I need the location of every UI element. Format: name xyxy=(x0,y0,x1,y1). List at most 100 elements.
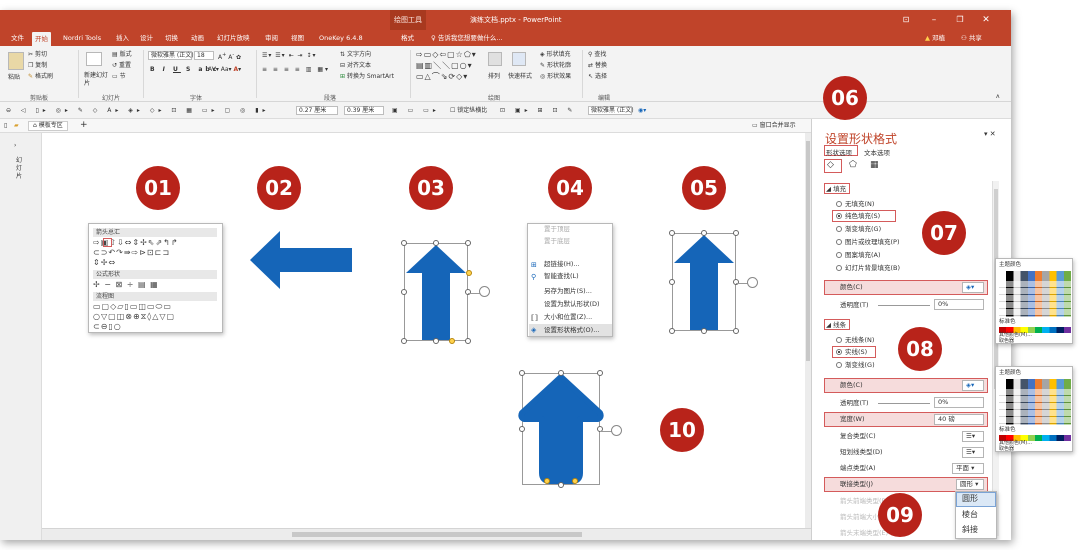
shape-outline-button[interactable]: ✎ 形状轮廓 xyxy=(540,61,571,70)
resize-handle[interactable] xyxy=(558,370,564,376)
resize-handle[interactable] xyxy=(733,328,739,334)
close-button[interactable]: ✕ xyxy=(976,10,996,30)
new-slide-button[interactable]: 新建幻灯片 xyxy=(84,72,110,88)
panel-scrollbar[interactable] xyxy=(992,181,999,536)
resize-handle[interactable] xyxy=(519,426,525,432)
select-button[interactable]: ↖ 选择 xyxy=(588,72,607,81)
resize-handle[interactable] xyxy=(401,289,407,295)
panel-options-icon[interactable]: ▾ ✕ xyxy=(984,130,996,139)
fill-option-background[interactable]: 幻灯片背景填充(B) xyxy=(836,263,900,273)
tell-me-search[interactable]: ♀ 告诉我您想要做什么... xyxy=(428,30,506,46)
left-arrow-shape[interactable] xyxy=(250,231,354,289)
rotate-handle-icon[interactable] xyxy=(747,277,758,288)
add-tab-button[interactable]: + xyxy=(80,121,88,130)
flowchart-shapes-row2[interactable]: ○▽▢◫⊗⊕⧖◊△▽▢ xyxy=(93,312,175,322)
resize-handle[interactable] xyxy=(733,279,739,285)
menu-format-shape[interactable]: 设置形状格式(O)... xyxy=(544,325,599,336)
line-color-picker-button[interactable]: ◈▾ xyxy=(962,380,984,391)
restore-button[interactable]: ❐ xyxy=(950,10,970,30)
rotate-handle-icon[interactable] xyxy=(611,425,622,436)
fill-transparency-slider[interactable] xyxy=(878,305,930,306)
menu-set-default-shape[interactable]: 设置为默认形状(D) xyxy=(544,299,600,310)
align-text-button[interactable]: ⊟ 对齐文本 xyxy=(340,61,371,70)
resize-handle[interactable] xyxy=(558,482,564,488)
shapes-gallery-row3[interactable]: ▭△⌒⇘⟳◇▾ xyxy=(416,72,468,81)
eyedropper-option[interactable]: 取色器 xyxy=(999,338,1014,344)
effects-pentagon-icon[interactable]: ⬠ xyxy=(849,161,857,170)
quick-tools-icons[interactable]: ⊖ ◁ ▯▸ ◎▸ ✎ ◇ A▸ ◈▸ ◇▸ ⊡ ▦ ▭▸ ▢ ◎ ▮▸ xyxy=(6,106,270,115)
page-icon[interactable]: ▯ xyxy=(4,121,7,130)
line-section-header[interactable]: ◢ 线条 xyxy=(826,320,846,330)
flowchart-shapes-row1[interactable]: ▭▢◇▱▯▭◫▭⬭▭ xyxy=(93,302,172,312)
layout-button[interactable]: ▤ 版式 xyxy=(112,50,132,59)
tab-animations[interactable]: 动画 xyxy=(188,30,207,46)
shapes-gallery-row2[interactable]: ▤▥＼＼▢○▾ xyxy=(416,61,473,70)
font-grow-shrink-icons[interactable]: A+ A- ✿ xyxy=(218,51,241,62)
tab-view[interactable]: 视图 xyxy=(288,30,307,46)
tab-file[interactable]: 文件 xyxy=(8,30,27,46)
tab-design[interactable]: 设计 xyxy=(137,30,156,46)
menu-hyperlink[interactable]: 超链接(H)... xyxy=(544,259,580,270)
menu-bring-to-front[interactable]: 置于顶层 xyxy=(544,224,570,235)
fill-section-header[interactable]: ◢ 填充 xyxy=(826,184,846,194)
adjust-handle[interactable] xyxy=(466,270,472,276)
tab-nordri-tools[interactable]: Nordri Tools xyxy=(60,30,104,46)
eyedropper-option[interactable]: 取色器 xyxy=(999,446,1014,452)
align-buttons[interactable]: ≡ ≡ ≡ ≡ ▥ ▦▾ xyxy=(262,65,330,74)
extra-tools-icons[interactable]: ▣ ▭ ▭▸ xyxy=(392,106,440,115)
tab-home[interactable]: 开始 xyxy=(32,32,51,46)
menu-send-to-back[interactable]: 置于底层 xyxy=(544,236,570,247)
join-option-miter[interactable]: 斜接 xyxy=(962,525,978,535)
dash-type-select[interactable]: ☰▾ xyxy=(962,447,984,458)
resize-handle[interactable] xyxy=(669,328,675,334)
section-button[interactable]: ▭ 节 xyxy=(112,72,126,81)
horizontal-scroll-thumb[interactable] xyxy=(292,532,582,537)
resize-handle[interactable] xyxy=(733,230,739,236)
cut-button[interactable]: ✂ 剪切 xyxy=(28,50,47,59)
shape-effects-button[interactable]: ◎ 形状效果 xyxy=(540,72,571,81)
format-painter-button[interactable]: ✎ 格式刷 xyxy=(28,72,53,81)
adjust-handle[interactable] xyxy=(544,478,550,484)
tab-onekey[interactable]: OneKey 6.4.8 xyxy=(316,30,366,46)
arrange-button[interactable]: 排列 xyxy=(488,72,500,81)
quick-styles-button[interactable]: 快速样式 xyxy=(508,72,532,81)
folder-icon[interactable]: ▰ xyxy=(14,121,19,130)
arrow-shapes-row3[interactable]: ⇕✢⇔ xyxy=(93,258,116,268)
shape-fill-button[interactable]: ◈ 形状填充 xyxy=(540,50,571,59)
line-width-input[interactable]: 40 磅 xyxy=(934,414,984,425)
adjust-handle[interactable] xyxy=(572,478,578,484)
join-option-round[interactable]: 圆形 xyxy=(962,494,978,504)
tab-format[interactable]: 格式 xyxy=(398,30,417,46)
template-zone-tab[interactable]: ⌂ 模板专区 xyxy=(28,121,68,131)
line-option-none[interactable]: 无线条(N) xyxy=(836,335,874,345)
font-color-buttons[interactable]: AV▾ Aa▾ A▾ xyxy=(208,65,241,74)
resize-handle[interactable] xyxy=(465,240,471,246)
user-account[interactable]: ▲ 邓植 xyxy=(922,30,948,46)
line-option-solid[interactable]: 实线(S) xyxy=(836,347,867,357)
up-arrow-shape-05[interactable] xyxy=(672,233,736,331)
adjust-handle[interactable] xyxy=(449,338,455,344)
resize-handle[interactable] xyxy=(401,338,407,344)
collapse-ribbon-icon[interactable]: ʌ xyxy=(996,92,1000,101)
equation-shapes-row[interactable]: ✢ − ⊠ ÷ ▤ ▦ xyxy=(93,280,159,290)
fill-option-pattern[interactable]: 图案填充(A) xyxy=(836,250,881,260)
list-buttons[interactable]: ☰▾ ☰▾ ⇤ ⇥ ↕▾ xyxy=(262,51,317,60)
menu-size-position[interactable]: 大小和位置(Z)... xyxy=(544,312,592,323)
merge-windows-button[interactable]: ▭ 窗口合并显示 xyxy=(752,121,796,130)
menu-save-as-picture[interactable]: 另存为图片(S)... xyxy=(544,286,592,297)
share-button[interactable]: ⚇ 共享 xyxy=(958,30,985,46)
menu-smart-lookup[interactable]: 智能查找(L) xyxy=(544,271,579,282)
shape-width-input[interactable]: 0.39 厘米 xyxy=(344,106,384,115)
copy-button[interactable]: ❐ 复制 xyxy=(28,61,47,70)
resize-handle[interactable] xyxy=(701,230,707,236)
resize-handle[interactable] xyxy=(669,279,675,285)
join-option-bevel[interactable]: 棱台 xyxy=(962,510,978,520)
tab-text-options[interactable]: 文本选项 xyxy=(864,147,890,157)
slide-horizontal-scrollbar[interactable] xyxy=(42,528,811,540)
fill-color-picker-button[interactable]: ◈▾ xyxy=(962,282,984,293)
fill-option-solid[interactable]: 纯色填充(S) xyxy=(836,211,880,221)
compound-type-select[interactable]: ☰▾ xyxy=(962,431,984,442)
fill-option-gradient[interactable]: 渐变填充(G) xyxy=(836,224,881,234)
shape-height-input[interactable]: 0.27 厘米 xyxy=(296,106,338,115)
resize-handle[interactable] xyxy=(401,240,407,246)
